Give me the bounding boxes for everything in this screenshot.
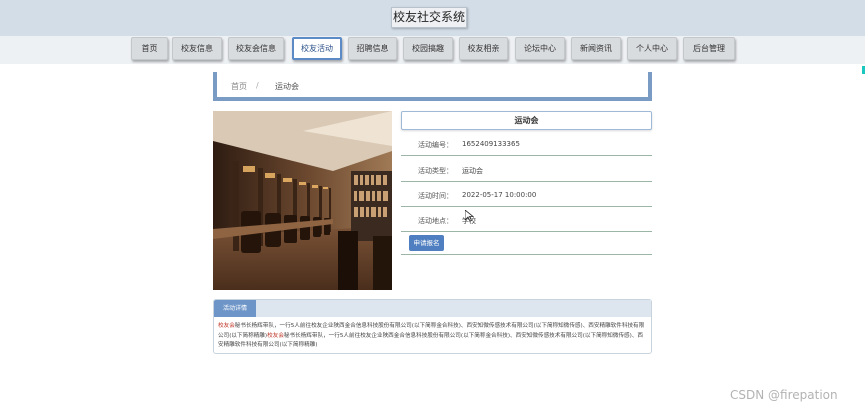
highlight-keyword: 校友会: [267, 332, 284, 339]
activity-type-label: 活动类型：: [418, 167, 453, 175]
activity-id-value: 1652409133365: [462, 140, 520, 148]
activity-type-value: 运动会: [462, 167, 483, 175]
breadcrumb-home-link[interactable]: 首页: [231, 81, 247, 92]
activity-title: 运动会: [401, 111, 652, 130]
nav-item-alumni-association[interactable]: 校友会信息: [228, 37, 284, 60]
nav-item-forum[interactable]: 论坛中心: [515, 37, 565, 60]
activity-details-panel: 活动详情 校友会秘书长杨辉带队，一行5人前往校友企业陕西金合信息科技股份有限公司…: [213, 299, 652, 354]
activity-time-value: 2022-05-17 10:00:00: [462, 191, 537, 199]
info-row-location: 活动地点： 学校: [401, 207, 652, 232]
details-header: 活动详情: [214, 300, 651, 317]
nav-item-alumni-activities[interactable]: 校友活动: [292, 37, 342, 60]
details-text: 校友会秘书长杨辉带队，一行5人前往校友企业陕西金合信息科技股份有限公司(以下简称…: [218, 322, 648, 351]
nav-item-admin[interactable]: 后台管理: [683, 37, 735, 60]
info-row-type: 活动类型： 运动会: [401, 157, 652, 182]
breadcrumb-separator: /: [256, 81, 259, 90]
watermark: CSDN @firepation: [730, 388, 838, 402]
info-row-time: 活动时间： 2022-05-17 10:00:00: [401, 182, 652, 207]
site-title: 校友社交系统: [391, 7, 467, 28]
nav-item-dating[interactable]: 校友相亲: [459, 37, 508, 60]
mouse-cursor-icon: [465, 210, 474, 222]
apply-button[interactable]: 申请报名: [409, 235, 444, 251]
tab-activity-details[interactable]: 活动详情: [214, 300, 256, 317]
divider: [401, 254, 652, 255]
activity-photo: [213, 111, 392, 290]
breadcrumb-current: 运动会: [275, 82, 299, 91]
breadcrumb: 首页 / 运动会: [213, 72, 652, 101]
nav-item-campus-fun[interactable]: 校园搞趣: [403, 37, 453, 60]
activity-location-label: 活动地点：: [418, 217, 453, 225]
nav-item-personal-center[interactable]: 个人中心: [627, 37, 677, 60]
nav-item-jobs[interactable]: 招聘信息: [348, 37, 397, 60]
info-row-id: 活动编号： 1652409133365: [401, 131, 652, 156]
nav-item-home[interactable]: 首页: [131, 37, 168, 60]
activity-time-label: 活动时间：: [418, 192, 453, 200]
nav-item-alumni-info[interactable]: 校友信息: [172, 37, 222, 60]
nav-item-news[interactable]: 新闻资讯: [571, 37, 621, 60]
highlight-keyword: 校友会: [218, 323, 235, 329]
activity-id-label: 活动编号：: [418, 141, 453, 149]
